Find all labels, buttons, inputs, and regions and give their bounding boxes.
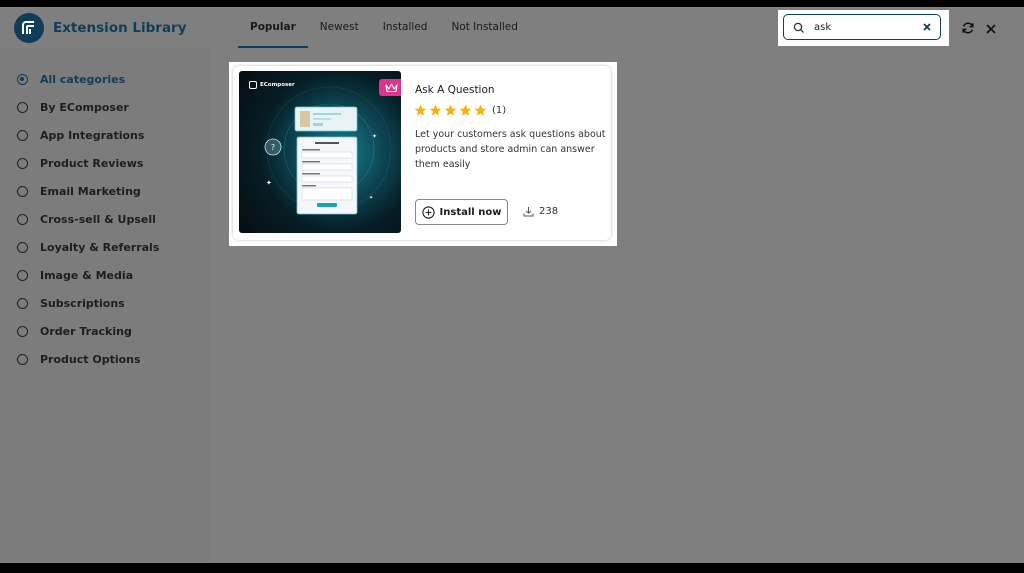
radio-icon[interactable]: [17, 185, 28, 197]
radio-icon[interactable]: [17, 353, 28, 365]
category-label: By EComposer: [40, 100, 129, 114]
category-label: All categories: [40, 72, 126, 86]
header: Extension Library Popular Newest Install…: [0, 7, 1024, 48]
crown-icon: [379, 79, 401, 96]
category-product-reviews[interactable]: Product Reviews: [17, 154, 143, 172]
category-label: Product Options: [40, 352, 141, 366]
star-icon: [414, 104, 427, 116]
category-label: Email Marketing: [40, 184, 141, 198]
category-app-integrations[interactable]: App Integrations: [17, 126, 144, 144]
category-subscriptions[interactable]: Subscriptions: [17, 294, 125, 312]
plus-circle-icon: [421, 205, 435, 219]
category-image-media[interactable]: Image & Media: [17, 266, 133, 284]
category-label: Order Tracking: [40, 324, 132, 338]
category-label: Cross-sell & Upsell: [40, 212, 156, 226]
app-brand: Extension Library: [14, 13, 187, 43]
star-icon: [444, 104, 457, 116]
radio-icon[interactable]: [17, 269, 28, 281]
search-input[interactable]: [814, 19, 914, 35]
category-label: Subscriptions: [40, 296, 125, 310]
radio-icon[interactable]: [17, 297, 28, 309]
tab-bar: Popular Newest Installed Not Installed: [238, 7, 530, 48]
radio-icon[interactable]: [17, 157, 28, 169]
app-title: Extension Library: [53, 20, 187, 36]
category-sidebar: All categories By EComposer App Integrat…: [0, 48, 210, 563]
category-label: Product Reviews: [40, 156, 144, 170]
category-email-marketing[interactable]: Email Marketing: [17, 182, 141, 200]
svg-text:✦: ✦: [369, 195, 373, 201]
thumbnail-illustration: ? ✦ ✦ ✦ ✦: [264, 86, 392, 215]
rating: (1): [414, 104, 506, 117]
tab-not-installed[interactable]: Not Installed: [439, 7, 529, 48]
download-count: 238: [523, 206, 558, 217]
extension-title[interactable]: Ask A Question: [415, 84, 495, 96]
radio-icon[interactable]: [17, 325, 28, 337]
radio-icon[interactable]: [17, 213, 28, 225]
extension-thumbnail: EComposer ? ✦ ✦ ✦ ✦: [239, 71, 401, 233]
star-icon: [474, 104, 487, 116]
category-loyalty-referrals[interactable]: Loyalty & Referrals: [17, 238, 159, 256]
star-icon: [429, 104, 442, 116]
category-cross-sell-upsell[interactable]: Cross-sell & Upsell: [17, 210, 156, 228]
close-icon[interactable]: [985, 22, 997, 40]
tab-installed[interactable]: Installed: [371, 7, 440, 48]
star-icon: [459, 104, 472, 116]
radio-checked-icon[interactable]: [17, 73, 28, 85]
tab-newest[interactable]: Newest: [308, 7, 371, 48]
svg-text:✦: ✦: [266, 179, 272, 187]
install-now-button[interactable]: Install now: [415, 199, 508, 225]
download-icon: [523, 207, 534, 217]
category-order-tracking[interactable]: Order Tracking: [17, 322, 132, 340]
radio-icon[interactable]: [17, 129, 28, 141]
search-highlight: [778, 10, 949, 46]
svg-text:✦: ✦: [342, 125, 346, 131]
category-product-options[interactable]: Product Options: [17, 350, 141, 368]
category-label: Loyalty & Referrals: [40, 240, 160, 254]
tab-popular[interactable]: Popular: [238, 7, 308, 48]
category-all[interactable]: All categories: [17, 70, 125, 88]
extension-card-highlight: EComposer ? ✦ ✦ ✦ ✦ Ask A Question (1) L…: [229, 62, 617, 246]
install-now-label: Install now: [439, 206, 502, 218]
clear-icon[interactable]: [922, 20, 932, 39]
download-count-value: 238: [539, 206, 559, 217]
extension-card[interactable]: EComposer ? ✦ ✦ ✦ ✦ Ask A Question (1) L…: [233, 66, 611, 240]
extension-library-window: Extension Library Popular Newest Install…: [0, 7, 1024, 563]
category-by-ecomposer[interactable]: By EComposer: [17, 98, 129, 116]
search-icon: [793, 21, 805, 39]
category-label: Image & Media: [40, 268, 134, 282]
search-box: [783, 14, 941, 40]
ecomposer-logo-icon: [14, 13, 44, 43]
radio-icon[interactable]: [17, 241, 28, 253]
category-label: App Integrations: [40, 128, 145, 142]
rating-count: (1): [492, 105, 507, 116]
svg-text:?: ?: [271, 143, 275, 152]
radio-icon[interactable]: [17, 101, 28, 113]
refresh-icon[interactable]: [961, 21, 975, 40]
extension-description: Let your customers ask questions about p…: [415, 129, 606, 170]
svg-text:✦: ✦: [372, 133, 377, 140]
